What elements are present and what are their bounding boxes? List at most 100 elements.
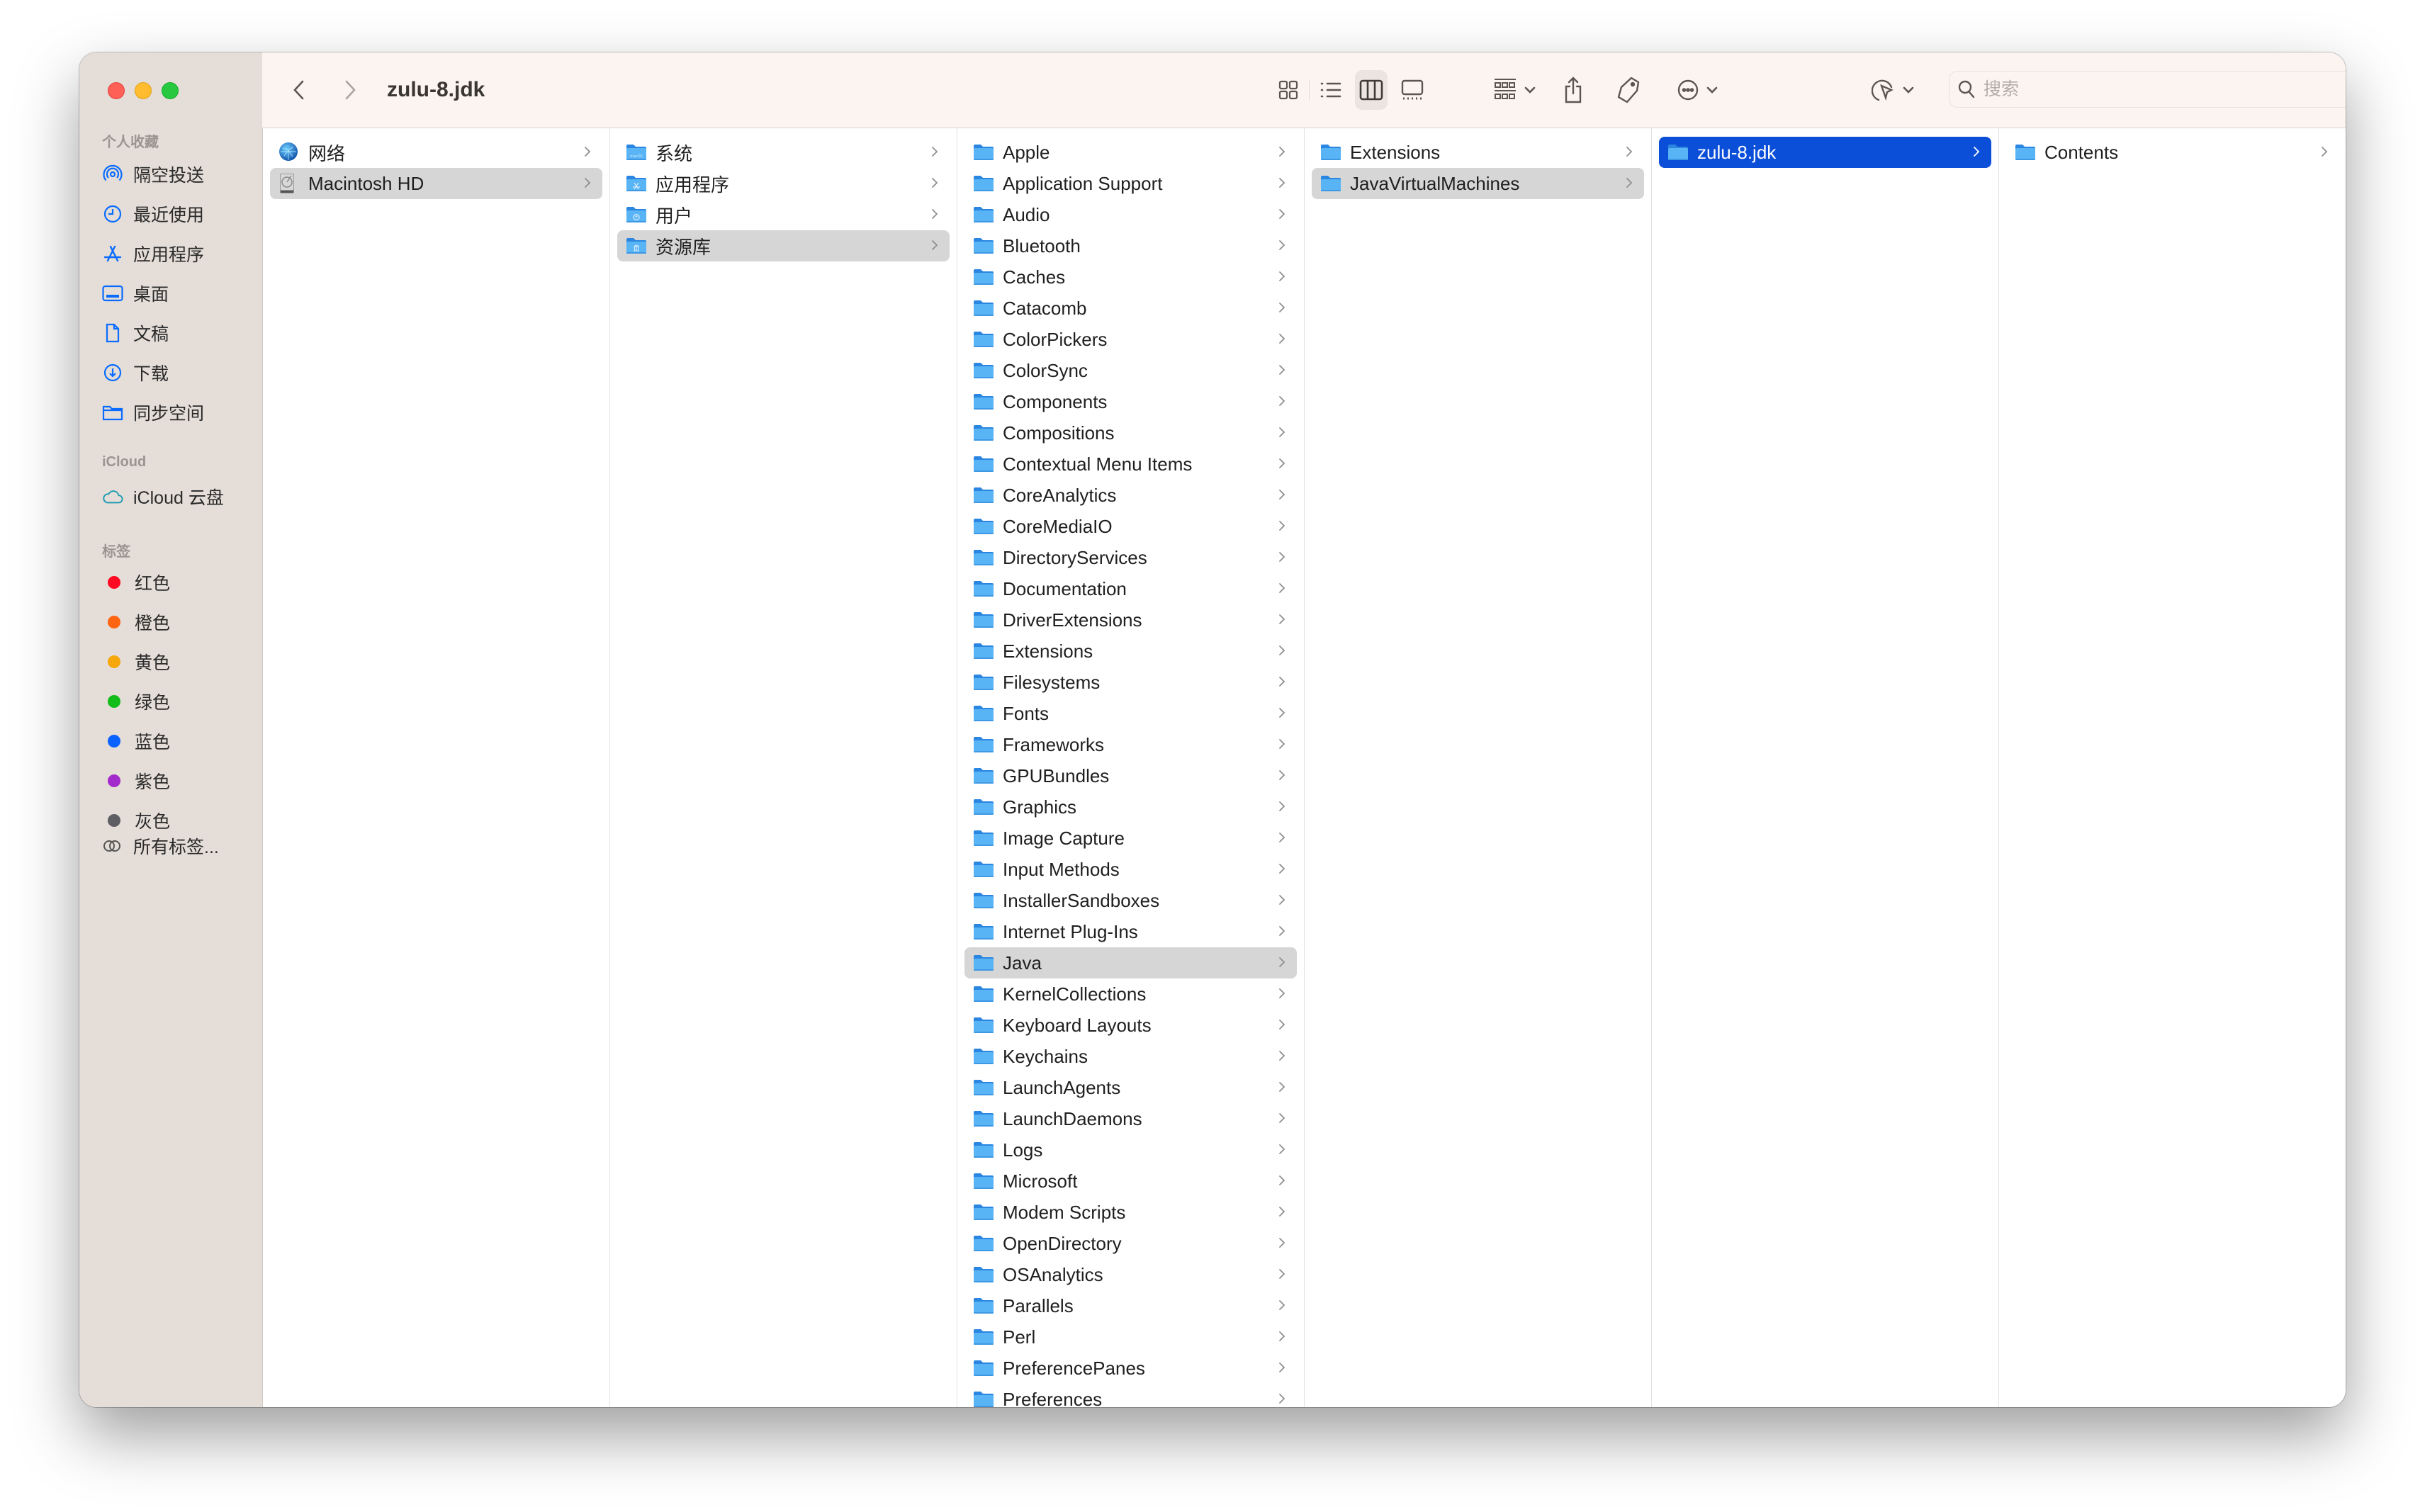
group-by-button[interactable] [1488, 74, 1542, 106]
list-item[interactable]: 资源库 [617, 230, 950, 261]
list-item[interactable]: Keyboard Layouts [964, 1010, 1297, 1041]
disclosure-chevron-icon [1278, 829, 1285, 847]
sidebar-item-recents[interactable]: 最近使用 [102, 198, 204, 230]
sidebar-item-applications[interactable]: 应用程序 [102, 238, 204, 269]
list-item[interactable]: Preferences [964, 1384, 1297, 1407]
list-item[interactable]: Extensions [1312, 137, 1644, 168]
list-item[interactable]: InstallerSandboxes [964, 885, 1297, 916]
sidebar-item-tag[interactable]: 黄色 [102, 646, 170, 677]
sidebar-item-tag[interactable]: 橙色 [102, 607, 170, 638]
list-item[interactable]: 用户 [617, 199, 950, 230]
list-item[interactable]: JavaVirtualMachines [1312, 168, 1644, 199]
list-item[interactable]: Filesystems [964, 667, 1297, 698]
list-item[interactable]: Modem Scripts [964, 1197, 1297, 1228]
sidebar-item-tag[interactable]: 蓝色 [102, 726, 170, 757]
list-item[interactable]: OSAnalytics [964, 1259, 1297, 1290]
list-item[interactable]: Macintosh HD [270, 168, 602, 199]
list-item[interactable]: Contents [2006, 137, 2339, 168]
list-item[interactable]: Audio [964, 199, 1297, 230]
list-item[interactable]: LaunchAgents [964, 1072, 1297, 1103]
search-input[interactable] [1982, 78, 2346, 101]
item-label: LaunchAgents [1003, 1076, 1121, 1098]
sidebar-item-tag[interactable]: 紫色 [102, 765, 170, 796]
list-item[interactable]: Extensions [964, 636, 1297, 667]
list-item[interactable]: Perl [964, 1321, 1297, 1353]
folder-icon [1320, 175, 1341, 192]
sidebar-item-all-tags[interactable]: 所有标签... [102, 830, 219, 862]
list-item[interactable]: GPUBundles [964, 760, 1297, 791]
column-1[interactable]: 网络 Macintosh HD [263, 128, 610, 1407]
share-button[interactable] [1559, 74, 1587, 106]
list-item[interactable]: Keychains [964, 1041, 1297, 1072]
list-item[interactable]: KernelCollections [964, 978, 1297, 1010]
icon-view-button[interactable] [1273, 74, 1304, 106]
list-item[interactable]: 网络 [270, 137, 602, 168]
back-button[interactable] [286, 74, 312, 106]
list-item[interactable]: Image Capture [964, 823, 1297, 854]
list-item[interactable]: Application Support [964, 168, 1297, 199]
column-view-button[interactable] [1355, 70, 1388, 110]
list-item[interactable]: Graphics [964, 791, 1297, 823]
list-item[interactable]: LaunchDaemons [964, 1103, 1297, 1134]
minimize-button[interactable] [135, 82, 152, 99]
list-item[interactable]: Fonts [964, 698, 1297, 729]
disclosure-chevron-icon [1626, 143, 1633, 162]
forward-button[interactable] [337, 74, 363, 106]
tag-button[interactable] [1613, 74, 1644, 106]
list-item[interactable]: macOS 系统 [617, 137, 950, 168]
list-item[interactable]: Java [964, 947, 1297, 978]
sidebar-item-airdrop[interactable]: 隔空投送 [102, 159, 204, 190]
more-actions-button[interactable] [1671, 74, 1725, 106]
disclosure-chevron-icon [1278, 767, 1285, 785]
list-item[interactable]: Logs [964, 1134, 1297, 1166]
list-item[interactable]: DirectoryServices [964, 542, 1297, 573]
list-item[interactable]: Frameworks [964, 729, 1297, 760]
list-item[interactable]: 应用程序 [617, 168, 950, 199]
item-label: KernelCollections [1003, 983, 1147, 1005]
gallery-view-button[interactable] [1396, 74, 1429, 106]
item-label: CoreMediaIO [1003, 515, 1113, 537]
list-item[interactable]: zulu-8.jdk [1659, 137, 1991, 168]
zoom-button[interactable] [162, 82, 179, 99]
sidebar-item-tag[interactable]: 红色 [102, 567, 170, 598]
list-item[interactable]: Compositions [964, 417, 1297, 448]
list-item[interactable]: OpenDirectory [964, 1228, 1297, 1259]
list-item[interactable]: Microsoft [964, 1166, 1297, 1197]
sidebar-item-downloads[interactable]: 下载 [102, 357, 169, 388]
list-item[interactable]: DriverExtensions [964, 604, 1297, 636]
column-6[interactable]: Contents [1999, 128, 2346, 1407]
list-item[interactable]: ColorPickers [964, 324, 1297, 355]
sidebar-item-icloud-drive[interactable]: iCloud 云盘 [102, 481, 224, 512]
close-button[interactable] [108, 82, 125, 99]
list-item[interactable]: Catacomb [964, 293, 1297, 324]
list-item[interactable]: Parallels [964, 1290, 1297, 1321]
list-item[interactable]: Bluetooth [964, 230, 1297, 261]
search-field[interactable] [1949, 71, 2346, 108]
list-view-button[interactable] [1315, 74, 1346, 106]
column-3[interactable]: Apple Application Support Audio Bluetooth Ca… [957, 128, 1305, 1407]
airdrop-button[interactable] [1865, 74, 1922, 106]
list-item[interactable]: Caches [964, 261, 1297, 293]
list-item[interactable]: Documentation [964, 573, 1297, 604]
list-item[interactable]: PreferencePanes [964, 1353, 1297, 1384]
list-item[interactable]: Input Methods [964, 854, 1297, 885]
list-item[interactable]: Internet Plug-Ins [964, 916, 1297, 947]
sidebar-item-label: 蓝色 [135, 733, 171, 752]
list-item[interactable]: CoreMediaIO [964, 511, 1297, 542]
list-item[interactable]: Components [964, 386, 1297, 417]
sidebar-item-documents[interactable]: 文稿 [102, 317, 169, 349]
column-2[interactable]: macOS 系统 应用程序 用户 资源库 [610, 128, 957, 1407]
disclosure-chevron-icon [1278, 1141, 1285, 1159]
list-item[interactable]: Apple [964, 137, 1297, 168]
sidebar-item-sync-space[interactable]: 同步空间 [102, 397, 204, 428]
list-item[interactable]: ColorSync [964, 355, 1297, 386]
tag-icon [1617, 77, 1640, 103]
column-4[interactable]: Extensions JavaVirtualMachines [1305, 128, 1652, 1407]
sidebar-item-desktop[interactable]: 桌面 [102, 278, 169, 309]
list-item[interactable]: CoreAnalytics [964, 480, 1297, 511]
list-item[interactable]: Contextual Menu Items [964, 448, 1297, 480]
column-5[interactable]: zulu-8.jdk [1652, 128, 1999, 1407]
window-controls [108, 82, 179, 99]
sidebar-item-tag[interactable]: 绿色 [102, 686, 170, 717]
folder-icon [973, 206, 994, 223]
